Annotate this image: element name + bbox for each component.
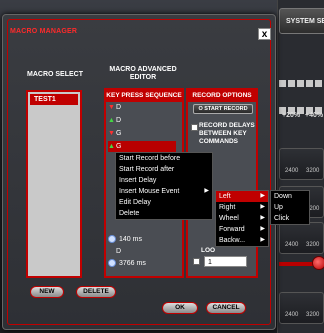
menu-item-label: Left	[219, 193, 231, 200]
dpi-value: 3200	[306, 312, 320, 318]
key-label: D	[116, 117, 122, 124]
key-label: D	[116, 248, 122, 255]
menu-item-label: Insert Mouse Event	[119, 188, 180, 195]
delete-button[interactable]: DELETE	[76, 286, 116, 298]
macro-select-heading: MACRO SELECT	[27, 71, 83, 78]
action-up[interactable]: Up	[271, 202, 309, 213]
menu-delete[interactable]: Delete	[116, 208, 212, 219]
sequence-row[interactable]: ▲D	[108, 115, 121, 126]
menu-item-label: Right	[219, 204, 236, 211]
record-options-header: RECORD OPTIONS	[188, 90, 256, 102]
loop-label: LOO	[201, 247, 216, 254]
percent-label: +40%	[305, 112, 324, 119]
slider-knob[interactable]	[312, 256, 324, 270]
percent-label: +20%	[282, 112, 301, 119]
clock-icon	[108, 235, 116, 244]
new-button[interactable]: NEW	[30, 286, 64, 298]
background-bars	[279, 80, 324, 134]
dpi-value: 3200	[306, 168, 320, 174]
arrow-up-icon: ▲	[108, 143, 115, 150]
menu-item-label: Wheel	[219, 215, 239, 222]
delay-label: 3766 ms	[119, 260, 146, 267]
dpi-box[interactable]: 2400 3200	[279, 292, 324, 324]
start-record-button[interactable]: O START RECORD	[193, 104, 253, 114]
record-delays-label: RECORD DELAYS BETWEEN KEY COMMANDS	[199, 122, 255, 145]
menu-item-label: Forward	[219, 226, 245, 233]
sequence-row[interactable]: ▼G	[108, 128, 121, 139]
key-label: D	[116, 104, 122, 111]
dpi-value: 2400	[285, 312, 299, 318]
dpi-value: 2400	[285, 242, 299, 248]
record-delays-checkbox[interactable]	[191, 124, 198, 131]
system-setup-button[interactable]: SYSTEM SET	[279, 8, 324, 34]
mouse-button-submenu: Left ▶ Right ▶ Wheel ▶ Forward ▶ Backw..…	[215, 190, 269, 247]
submenu-arrow-icon: ▶	[260, 204, 265, 210]
delay-label: 140 ms	[119, 236, 142, 243]
sequence-row-selected[interactable]: ▲G	[108, 141, 176, 152]
arrow-up-icon: ▲	[108, 117, 115, 124]
editor-heading: MACRO ADVANCED EDITOR	[109, 66, 177, 81]
menu-insert-mouse-event[interactable]: Insert Mouse Event ▶	[116, 186, 212, 197]
menu-item-label: Backw...	[219, 237, 246, 244]
context-menu: Start Record before Start Record after I…	[115, 152, 213, 220]
loop-count-input[interactable]: 1	[204, 256, 247, 267]
dpi-value: 2400	[285, 168, 299, 174]
submenu-arrow-icon: ▶	[260, 226, 265, 232]
submenu-left[interactable]: Left ▶	[216, 191, 268, 202]
submenu-arrow-icon: ▶	[204, 188, 209, 194]
sequence-row[interactable]: ▼D	[108, 102, 121, 113]
sequence-row[interactable]: 140 ms	[108, 234, 142, 245]
sequence-row[interactable]: D	[108, 246, 121, 257]
key-label: G	[116, 130, 122, 137]
key-sequence-header: KEY PRESS SEQUENCE	[106, 90, 182, 102]
submenu-arrow-icon: ▶	[260, 215, 265, 221]
dpi-box[interactable]: 2400 3200	[279, 222, 324, 254]
submenu-arrow-icon: ▶	[260, 193, 265, 199]
key-label: G	[116, 143, 122, 150]
bar-row	[279, 80, 324, 87]
dialog-title: MACRO MANAGER	[10, 28, 78, 35]
cancel-button[interactable]: CANCEL	[206, 302, 246, 314]
menu-start-record-before[interactable]: Start Record before	[116, 153, 212, 164]
submenu-arrow-icon: ▶	[260, 237, 265, 243]
dpi-value: 3200	[306, 242, 320, 248]
sequence-row[interactable]: 3766 ms	[108, 258, 146, 269]
mouse-action-submenu: Down Up Click	[270, 190, 310, 225]
ok-button[interactable]: OK	[162, 302, 198, 314]
menu-insert-delay[interactable]: Insert Delay	[116, 175, 212, 186]
submenu-right[interactable]: Right ▶	[216, 202, 268, 213]
clock-icon	[108, 259, 116, 268]
submenu-forward[interactable]: Forward ▶	[216, 224, 268, 235]
arrow-down-icon: ▼	[108, 130, 115, 137]
arrow-down-icon: ▼	[108, 104, 115, 111]
menu-start-record-after[interactable]: Start Record after	[116, 164, 212, 175]
submenu-wheel[interactable]: Wheel ▶	[216, 213, 268, 224]
action-down[interactable]: Down	[271, 191, 309, 202]
macro-list[interactable]	[26, 90, 82, 278]
macro-list-item[interactable]: TEST1	[30, 94, 78, 105]
action-click[interactable]: Click	[271, 213, 309, 224]
dpi-box[interactable]: 2400 3200	[279, 148, 324, 180]
submenu-backward[interactable]: Backw... ▶	[216, 235, 268, 246]
menu-edit-delay[interactable]: Edit Delay	[116, 197, 212, 208]
close-button[interactable]: x	[258, 28, 271, 40]
loop-checkbox[interactable]	[193, 258, 200, 265]
